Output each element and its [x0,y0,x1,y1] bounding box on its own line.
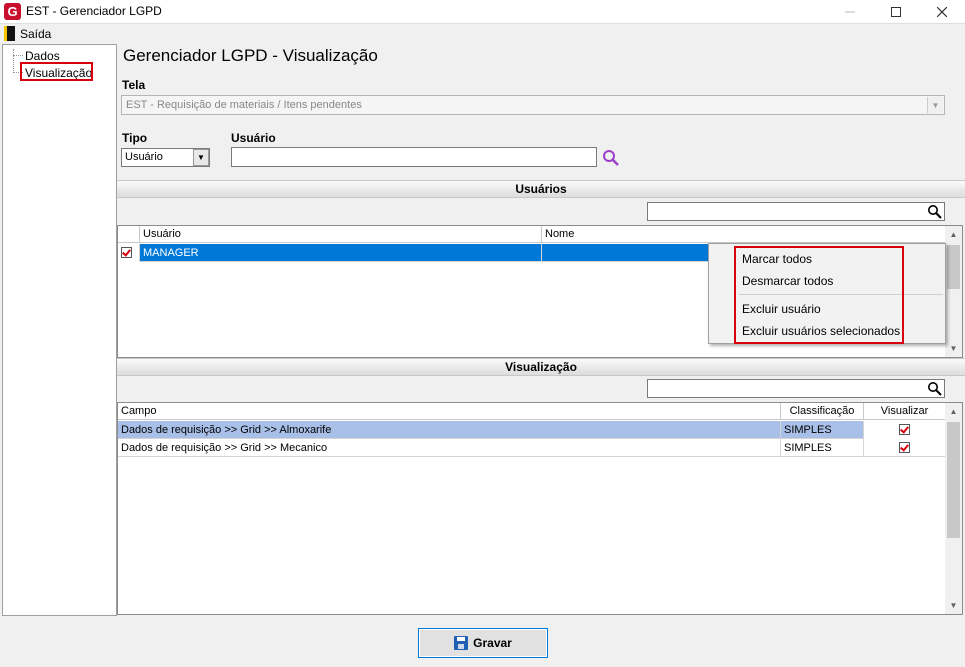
save-button[interactable]: Gravar [418,628,548,658]
scroll-thumb[interactable] [947,245,960,289]
page-title: Gerenciador LGPD - Visualização [123,46,378,65]
cell-classificacao: SIMPLES [781,421,864,439]
scroll-thumb[interactable] [947,422,960,538]
screen-select-value: EST - Requisição de materiais / Itens pe… [126,99,362,111]
cell-visualizar[interactable] [864,439,945,457]
view-scrollbar[interactable]: ▲ ▼ [945,403,962,614]
scroll-down-icon[interactable]: ▼ [945,597,962,614]
close-button[interactable] [919,0,965,24]
column-header-usuario[interactable]: Usuário [140,226,542,243]
close-icon [937,7,947,17]
column-header-classificacao[interactable]: Classificação [781,403,864,420]
type-label: Tipo [122,131,148,145]
table-row[interactable]: Dados de requisição >> Grid >> Almoxarif… [118,421,945,439]
view-grid: Campo Classificação Visualizar Dados de … [117,402,963,615]
table-row[interactable]: Dados de requisição >> Grid >> Mecanico … [118,439,945,457]
selection-highlight [20,62,93,81]
floppy-disk-icon [454,636,469,650]
search-icon[interactable] [602,149,620,167]
view-grid-header: Campo Classificação Visualizar [118,403,945,420]
screen-select[interactable]: EST - Requisição de materiais / Itens pe… [121,95,945,115]
cell-classificacao: SIMPLES [781,439,864,457]
maximize-button[interactable] [873,0,919,24]
sidebar-item-dados[interactable]: Dados [25,49,60,63]
column-header-visualizar[interactable]: Visualizar [864,403,945,420]
checkbox-checked-icon[interactable] [121,247,132,258]
cell-usuario: MANAGER [140,244,542,262]
users-grid-header: Usuário Nome [118,226,945,243]
screen-label: Tela [122,78,146,92]
search-icon[interactable] [927,204,942,219]
column-header-check [118,226,140,243]
title-bar: G EST - Gerenciador LGPD [0,0,965,24]
column-header-nome[interactable]: Nome [542,226,945,243]
cell-campo: Dados de requisição >> Grid >> Mecanico [118,439,781,457]
scroll-up-icon[interactable]: ▲ [945,403,962,420]
users-section-header: Usuários [117,180,965,198]
context-menu: Marcar todos Desmarcar todos Excluir usu… [708,243,946,344]
scroll-down-icon[interactable]: ▼ [945,340,962,357]
chevron-down-icon[interactable]: ▼ [927,97,943,113]
tree-connector [13,55,23,56]
column-header-campo[interactable]: Campo [118,403,781,420]
app-logo-icon: G [4,3,21,20]
window-title: EST - Gerenciador LGPD [26,4,162,18]
checkbox-checked-icon[interactable] [899,442,910,453]
cell-visualizar[interactable] [864,421,945,439]
search-icon[interactable] [927,381,942,396]
users-filter-input[interactable] [647,202,945,221]
save-button-label: Gravar [473,636,512,650]
type-select-value: Usuário [125,151,163,163]
user-input[interactable] [231,147,597,167]
checkbox-checked-icon[interactable] [899,424,910,435]
maximize-icon [891,7,901,17]
scroll-up-icon[interactable]: ▲ [945,226,962,243]
view-section-header: Visualização [117,358,965,376]
exit-door-icon [4,26,15,41]
menu-bar: Saída [0,24,965,44]
cell-campo: Dados de requisição >> Grid >> Almoxarif… [118,421,781,439]
minimize-button[interactable] [827,0,873,24]
annotation-box [734,246,904,344]
tree-connector [13,49,14,71]
view-filter-input[interactable] [647,379,945,398]
chevron-down-icon[interactable]: ▼ [193,149,209,166]
users-scrollbar[interactable]: ▲ ▼ [945,226,962,357]
row-checkbox[interactable] [118,244,140,262]
user-label: Usuário [231,131,276,145]
minimize-icon [845,11,855,13]
sidebar-tree: Dados Visualização [2,44,117,616]
type-select[interactable]: Usuário ▼ [121,148,210,167]
menu-exit[interactable]: Saída [20,27,51,41]
